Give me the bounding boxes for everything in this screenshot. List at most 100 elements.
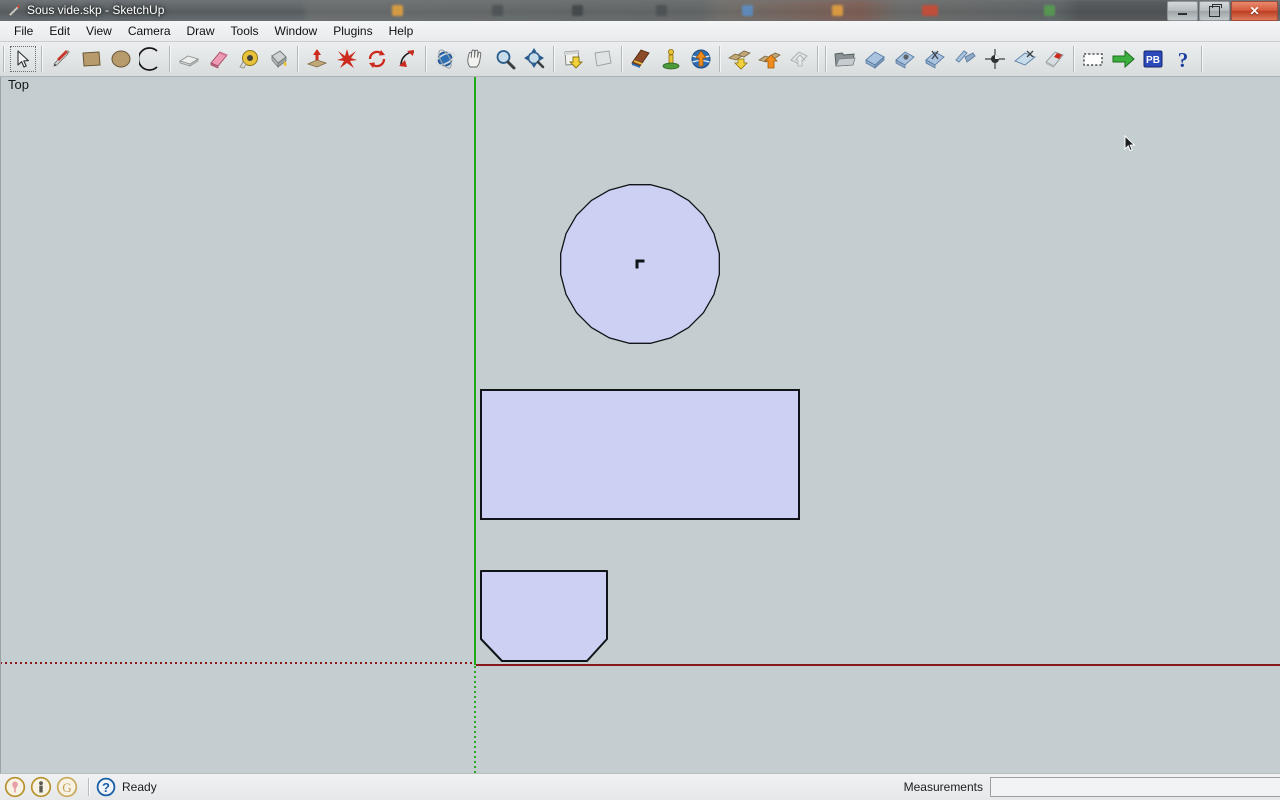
followme-tool[interactable] [392, 44, 422, 74]
close-icon: ✕ [1249, 4, 1260, 18]
menu-window[interactable]: Window [267, 22, 326, 40]
toolbar-separator [719, 46, 721, 72]
menu-camera[interactable]: Camera [120, 22, 179, 40]
main-toolbar: PB ? [0, 42, 1280, 77]
component-share-icon [790, 51, 808, 67]
export-arrow-button[interactable] [1108, 44, 1138, 74]
pan-tool[interactable] [460, 44, 490, 74]
select-tool[interactable] [8, 44, 38, 74]
measurements-label: Measurements [903, 780, 983, 794]
toolbar-separator [817, 46, 819, 72]
paint-bucket-icon [271, 50, 287, 69]
hand-icon [467, 49, 482, 68]
question-mark-icon: ? [1178, 48, 1189, 71]
get-models-button[interactable] [724, 44, 754, 74]
sketchup-pencil-icon [7, 4, 21, 18]
arc-icon [139, 47, 158, 71]
svg-text:?: ? [1178, 48, 1189, 71]
rectangle-tool[interactable] [76, 44, 106, 74]
tape-measure-tool[interactable] [234, 44, 264, 74]
toolbar-separator [621, 46, 623, 72]
measurements-input[interactable] [991, 778, 1280, 796]
toolbar-separator [297, 46, 299, 72]
geo-location-pin-icon[interactable] [4, 776, 26, 798]
menu-tools[interactable]: Tools [223, 22, 267, 40]
rectangle-face[interactable] [480, 389, 800, 520]
paint-bucket-tool[interactable] [264, 44, 294, 74]
section-eraser-button[interactable] [1040, 44, 1070, 74]
orbit-icon [435, 49, 455, 69]
share-model-button[interactable] [754, 44, 784, 74]
status-separator [88, 778, 90, 796]
warehouse-download-icon [728, 50, 751, 70]
pushpull-tool[interactable] [174, 44, 204, 74]
menu-file[interactable]: File [6, 22, 41, 40]
section-plane-tool[interactable] [1010, 44, 1040, 74]
restore-button[interactable] [1199, 1, 1230, 21]
scale-star-icon [337, 49, 357, 68]
move-tool[interactable] [302, 44, 332, 74]
status-message: Ready [122, 780, 157, 794]
measurements-box[interactable] [990, 777, 1280, 797]
minimize-button[interactable] [1167, 1, 1198, 21]
close-button[interactable]: ✕ [1231, 1, 1278, 21]
globe-arrow-icon [691, 49, 711, 69]
tape-measure-icon [239, 50, 258, 69]
open-folder-button[interactable] [830, 44, 860, 74]
orbit-tool[interactable] [430, 44, 460, 74]
circle-face[interactable] [560, 184, 720, 344]
model-geometry [480, 184, 800, 662]
zoom-extents-tool[interactable] [520, 44, 550, 74]
menu-help[interactable]: Help [381, 22, 422, 40]
layers-fold-icon [955, 50, 976, 63]
circle-tool[interactable] [106, 44, 136, 74]
chamfered-shape-face[interactable] [480, 570, 608, 662]
layer-tool-4-button[interactable] [950, 44, 980, 74]
rotate-arrows-icon [368, 50, 386, 68]
layer-tool-1-button[interactable] [860, 44, 890, 74]
menu-draw[interactable]: Draw [179, 22, 223, 40]
zoom-tool[interactable] [490, 44, 520, 74]
arc-tool[interactable] [136, 44, 166, 74]
drawing-viewport[interactable]: Top [0, 77, 1280, 773]
marquee-select-button[interactable] [1078, 44, 1108, 74]
layout-button[interactable]: PB [1138, 44, 1168, 74]
next-view-icon [594, 50, 612, 67]
geo-credit-icons: G [0, 776, 82, 798]
toolbar-separator [553, 46, 555, 72]
menu-edit[interactable]: Edit [41, 22, 78, 40]
scale-tool[interactable] [332, 44, 362, 74]
position-camera-tool[interactable] [656, 44, 686, 74]
geo-person-icon[interactable] [30, 776, 52, 798]
zoom-extents-icon [524, 48, 545, 69]
help-button[interactable]: ? [1168, 44, 1198, 74]
dashed-rectangle-icon [1083, 53, 1103, 66]
axes-tool[interactable] [980, 44, 1010, 74]
previous-view-button[interactable] [558, 44, 588, 74]
materials-book-icon [631, 49, 650, 68]
arrow-cursor-icon [17, 50, 29, 68]
menu-plugins[interactable]: Plugins [325, 22, 380, 40]
pushpull-icon [178, 55, 200, 67]
materials-button[interactable] [626, 44, 656, 74]
menu-bar: File Edit View Camera Draw Tools Window … [0, 21, 1280, 42]
line-tool[interactable] [46, 44, 76, 74]
question-circle-icon[interactable]: ? [96, 777, 116, 797]
eraser-tool[interactable] [204, 44, 234, 74]
layer-tool-2-button[interactable] [890, 44, 920, 74]
toolbar-separator [425, 46, 427, 72]
geo-location-button[interactable] [686, 44, 716, 74]
rotate-tool[interactable] [362, 44, 392, 74]
menu-view[interactable]: View [78, 22, 120, 40]
window-title: Sous vide.skp - SketchUp [27, 3, 165, 17]
layer-tool-3-button[interactable] [920, 44, 950, 74]
follow-me-icon [399, 50, 415, 67]
eraser-icon [210, 51, 228, 69]
share-component-button[interactable] [784, 44, 814, 74]
axes-origin-icon [985, 49, 1005, 69]
green-arrow-icon [1112, 49, 1135, 69]
next-view-button[interactable] [588, 44, 618, 74]
geo-google-icon[interactable]: G [56, 776, 78, 798]
toolbar-separator [825, 46, 827, 72]
magnifier-icon [496, 50, 516, 70]
